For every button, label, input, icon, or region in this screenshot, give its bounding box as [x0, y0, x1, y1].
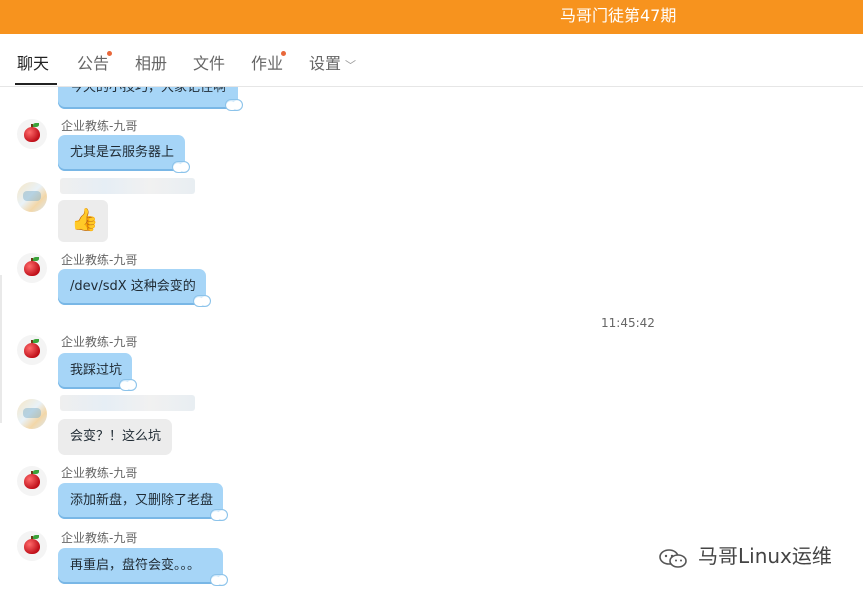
tab-settings-label: 设置 [309, 54, 342, 73]
sticker-bubble[interactable]: 👍 [58, 200, 108, 242]
message-bubble[interactable]: /dev/sdX 这种会变的 [58, 269, 211, 307]
message-text: 今天的小技巧，大家记住啊 [70, 87, 227, 95]
avatar[interactable] [17, 119, 47, 149]
sender-name: 企业教练-九哥 [61, 335, 138, 349]
avatar[interactable] [17, 399, 47, 429]
message-text: 添加新盘，又删除了老盘 [70, 493, 214, 508]
avatar[interactable] [17, 335, 47, 365]
tab-announcement[interactable]: 公告 [77, 53, 109, 75]
apple-icon [24, 474, 40, 489]
message-bubble[interactable]: 尤其是云服务器上 [58, 135, 190, 173]
message-bubble[interactable]: 再重启，盘符会变。。。 [58, 548, 228, 586]
message-bubble[interactable]: 今天的小技巧，大家记住啊 [58, 87, 243, 111]
sender-name: 企业教练-九哥 [61, 466, 138, 480]
message-bubble[interactable]: 我踩过坑 [58, 353, 137, 391]
message-text: 尤其是云服务器上 [70, 145, 175, 160]
sender-name-redacted [60, 395, 195, 411]
apple-icon [24, 539, 40, 554]
notification-dot [107, 51, 112, 56]
tab-homework[interactable]: 作业 [251, 53, 283, 75]
avatar[interactable] [17, 531, 47, 561]
sender-name: 企业教练-九哥 [61, 253, 138, 267]
chevron-down-icon: ﹀ [345, 59, 357, 72]
avatar[interactable] [17, 253, 47, 283]
sender-name: 企业教练-九哥 [61, 119, 138, 133]
message-text: /dev/sdX 这种会变的 [70, 279, 196, 294]
sender-name-redacted [60, 178, 195, 194]
message-bubble[interactable]: 添加新盘，又删除了老盘 [58, 483, 228, 521]
notification-dot [281, 51, 286, 56]
message-timestamp: 11:45:42 [601, 316, 655, 330]
group-title: 马哥门徒第47期 [560, 6, 677, 25]
tab-album[interactable]: 相册 [135, 53, 167, 75]
avatar[interactable] [17, 466, 47, 496]
active-tab-indicator [15, 83, 57, 85]
message-text: 会变？！这么坑 [70, 429, 162, 444]
title-bar: 马哥门徒第47期 [0, 0, 863, 34]
tab-chat[interactable]: 聊天 [17, 53, 49, 75]
chat-area[interactable]: 今天的小技巧，大家记住啊 企业教练-九哥 尤其是云服务器上 👍 企业教练-九哥 … [0, 87, 863, 594]
apple-icon [24, 127, 40, 142]
watermark-text: 马哥Linux运维 [698, 544, 832, 568]
sender-name: 企业教练-九哥 [61, 531, 138, 545]
thumbs-up-emoji: 👍 [71, 208, 99, 233]
scroll-edge [0, 275, 2, 423]
avatar[interactable] [17, 182, 47, 212]
wechat-icon [659, 549, 687, 568]
tab-bar: 聊天 公告 相册 文件 作业 设置 ﹀ [0, 34, 863, 87]
tab-settings[interactable]: 设置 ﹀ [309, 53, 356, 77]
tab-files[interactable]: 文件 [193, 53, 225, 75]
message-bubble[interactable]: 会变？！这么坑 [58, 419, 172, 455]
message-text: 我踩过坑 [70, 363, 123, 378]
message-text: 再重启，盘符会变。。。 [70, 558, 201, 573]
apple-icon [24, 261, 40, 276]
apple-icon [24, 343, 40, 358]
